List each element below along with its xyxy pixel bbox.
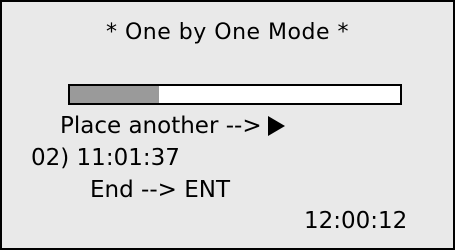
end-prompt: End --> ENT xyxy=(90,177,230,203)
place-another-prompt: Place another --> xyxy=(60,112,285,140)
progress-bar xyxy=(68,84,402,105)
clock: 12:00:12 xyxy=(304,208,408,234)
entry-time: 02) 11:01:37 xyxy=(31,145,180,171)
progress-fill xyxy=(70,86,160,103)
play-icon xyxy=(267,116,285,136)
mode-title: * One by One Mode * xyxy=(106,20,349,45)
lcd-screen: * One by One Mode * Place another --> 02… xyxy=(0,0,455,250)
place-another-label: Place another --> xyxy=(60,113,262,139)
